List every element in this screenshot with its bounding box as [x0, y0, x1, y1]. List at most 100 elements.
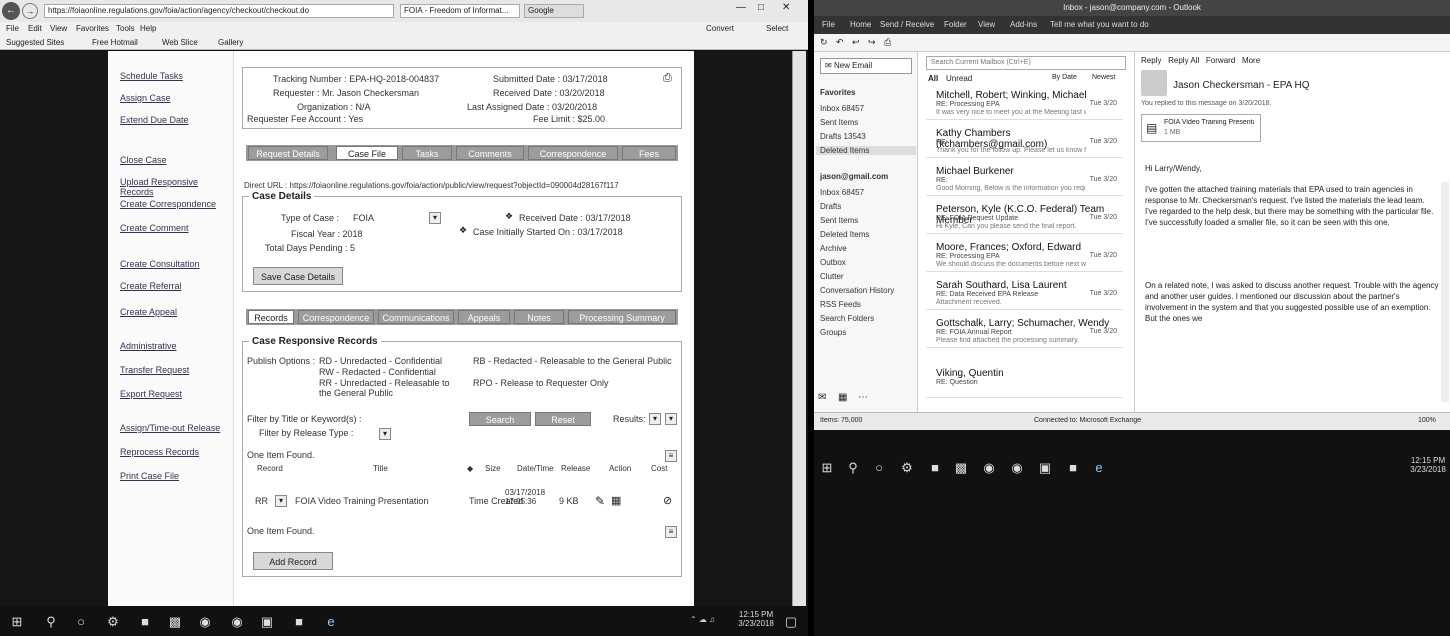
sidebar-extend-due-date[interactable]: Extend Due Date	[120, 115, 189, 125]
clock[interactable]: 12:15 PM 3/23/2018	[1408, 456, 1448, 474]
folder-clutter[interactable]: Clutter	[820, 272, 844, 281]
subtab-processing-summary[interactable]: Processing Summary	[568, 310, 676, 324]
sidebar-transfer-request[interactable]: Transfer Request	[120, 365, 189, 375]
subtab-correspondence[interactable]: Correspondence	[298, 310, 374, 324]
tab-tasks[interactable]: Tasks	[402, 146, 452, 160]
folder-sent[interactable]: Sent Items	[820, 216, 858, 225]
app-icon-2[interactable]: ◉	[228, 614, 246, 630]
folder-conversation-history[interactable]: Conversation History	[820, 286, 894, 295]
grid-icon[interactable]: ▦	[611, 494, 621, 507]
start-icon[interactable]: ⊞	[8, 614, 26, 630]
app-icon-3[interactable]: ▣	[1036, 460, 1054, 476]
record-type-select[interactable]: ▾	[275, 495, 287, 507]
sidebar-create-correspondence[interactable]: Create Correspondence	[120, 199, 216, 209]
sidebar-upload-records[interactable]: Upload Responsive Records	[120, 177, 233, 197]
tab-request-details[interactable]: Request Details	[248, 146, 328, 160]
reply-icon[interactable]: ↩	[852, 37, 860, 48]
reading-scrollbar[interactable]	[1441, 182, 1449, 402]
store-icon[interactable]: ▩	[166, 614, 184, 630]
notifications-icon[interactable]: ▢	[782, 614, 800, 630]
cortana-icon[interactable]: ○	[72, 614, 90, 629]
page-scrollbar[interactable]	[792, 51, 806, 606]
subtab-appeals[interactable]: Appeals	[458, 310, 510, 324]
folder-rss[interactable]: RSS Feeds	[820, 300, 861, 309]
folder-inbox-fav[interactable]: Inbox 68457	[820, 104, 864, 113]
send-receive-icon[interactable]: ↻	[820, 37, 828, 48]
folder-drafts[interactable]: Drafts	[820, 202, 841, 211]
browser-tab-google[interactable]: Google	[524, 4, 584, 18]
browser-tab-foia[interactable]: FOIA - Freedom of Informat...	[400, 4, 520, 18]
folder-search[interactable]: Search Folders	[820, 314, 874, 323]
sidebar-create-referral[interactable]: Create Referral	[120, 281, 182, 291]
app-icon-1[interactable]: ◉	[980, 460, 998, 476]
fav-suggested-sites[interactable]: Suggested Sites	[6, 38, 64, 47]
search-icon[interactable]: ⚲	[844, 460, 862, 476]
list-item[interactable]: Mitchell, Robert; Winking, Michael RE: Pr…	[926, 86, 1123, 120]
sidebar-close-case[interactable]: Close Case	[120, 155, 167, 165]
subtab-communications[interactable]: Communications	[378, 310, 454, 324]
app-icon-2[interactable]: ◉	[1008, 460, 1026, 476]
col-action[interactable]: Action	[609, 464, 631, 473]
forward-button[interactable]: Forward	[1206, 56, 1235, 65]
convert-button[interactable]: Convert	[706, 24, 734, 33]
sidebar-administrative[interactable]: Administrative	[120, 341, 177, 351]
col-record[interactable]: Record	[257, 464, 283, 473]
delete-icon[interactable]: ⊘	[663, 494, 672, 507]
list-item[interactable]: Peterson, Kyle (K.C.O. Federal) Team Mem…	[926, 200, 1123, 234]
record-title[interactable]: FOIA Video Training Presentation	[295, 496, 455, 506]
expand-icon-2[interactable]: ≡	[665, 526, 677, 538]
mail-search-input[interactable]: Search Current Mailbox (Ctrl+E)	[926, 56, 1126, 70]
sort-by-date[interactable]: By Date	[1052, 74, 1077, 81]
list-item[interactable]: Viking, Quentin RE: Question	[926, 364, 1123, 398]
app-icon-4[interactable]: ■	[290, 614, 308, 629]
fav-web-slice[interactable]: Web Slice	[162, 38, 198, 47]
list-item[interactable]: Sarah Southard, Lisa Laurent RE: Data Rec…	[926, 276, 1123, 310]
minimize-icon[interactable]: —	[736, 2, 746, 13]
folder-sent-fav[interactable]: Sent Items	[820, 118, 858, 127]
folder-drafts-fav[interactable]: Drafts 13543	[820, 132, 866, 141]
add-record-button[interactable]: Add Record	[253, 552, 333, 570]
menu-view[interactable]: View	[50, 24, 67, 33]
edit-icon[interactable]: ✎	[595, 494, 605, 508]
sidebar-reprocess-records[interactable]: Reprocess Records	[120, 447, 199, 457]
col-cost[interactable]: Cost	[651, 464, 667, 473]
undo-icon[interactable]: ↶	[836, 37, 844, 48]
fav-gallery[interactable]: Gallery	[218, 38, 243, 47]
col-size[interactable]: Size	[485, 464, 501, 473]
app-icon-4[interactable]: ■	[1064, 460, 1082, 475]
tab-fees[interactable]: Fees	[622, 146, 676, 160]
tell-me-input[interactable]: Tell me what you want to do	[1050, 20, 1149, 29]
tab-case-file[interactable]: Case File	[336, 146, 398, 160]
tray-icons[interactable]: ⌃ ☁ ♫	[690, 615, 715, 624]
app-icon-1[interactable]: ◉	[196, 614, 214, 630]
ribbon-send-receive[interactable]: Send / Receive	[880, 20, 934, 29]
file-explorer-icon[interactable]: ■	[926, 460, 944, 475]
table-row[interactable]: RR ▾ FOIA Video Training Presentation Ti…	[247, 488, 679, 518]
address-bar[interactable]: https://foiaonline.regulations.gov/foia/…	[44, 4, 394, 18]
sidebar-schedule-tasks[interactable]: Schedule Tasks	[120, 71, 183, 81]
col-release[interactable]: Release	[561, 464, 590, 473]
menu-edit[interactable]: Edit	[28, 24, 42, 33]
menu-file[interactable]: File	[6, 24, 19, 33]
menu-help[interactable]: Help	[140, 24, 156, 33]
file-explorer-icon[interactable]: ■	[136, 614, 154, 629]
direct-url[interactable]: Direct URL : https://foiaonline.regulati…	[244, 181, 684, 190]
search-icon[interactable]: ⚲	[42, 614, 60, 630]
reply-button[interactable]: Reply	[1141, 56, 1161, 65]
list-item[interactable]: Michael Burkener RE: Good Morning, Below …	[926, 162, 1123, 196]
app-icon-3[interactable]: ▣	[258, 614, 276, 630]
forward-icon[interactable]: →	[22, 3, 38, 19]
folder-favorites[interactable]: Favorites	[820, 88, 856, 97]
results-filter-icon[interactable]: ▾	[665, 413, 677, 425]
sidebar-create-comment[interactable]: Create Comment	[120, 223, 189, 233]
save-case-details-button[interactable]: Save Case Details	[253, 267, 343, 285]
list-item[interactable]: Kathy Chambers (kchambers@gmail.com) RE: …	[926, 124, 1123, 158]
calendar-nav-icon[interactable]: ▦	[838, 392, 847, 403]
store-icon[interactable]: ▩	[952, 460, 970, 476]
attachment[interactable]: ▤ FOIA Video Training Presentation 1 MB	[1141, 114, 1261, 142]
folder-inbox[interactable]: Inbox 68457	[820, 188, 864, 197]
maximize-icon[interactable]: □	[758, 2, 764, 13]
reset-button[interactable]: Reset	[535, 412, 591, 426]
ie-taskbar-icon[interactable]: e	[322, 614, 340, 629]
ribbon-view[interactable]: View	[978, 20, 995, 29]
